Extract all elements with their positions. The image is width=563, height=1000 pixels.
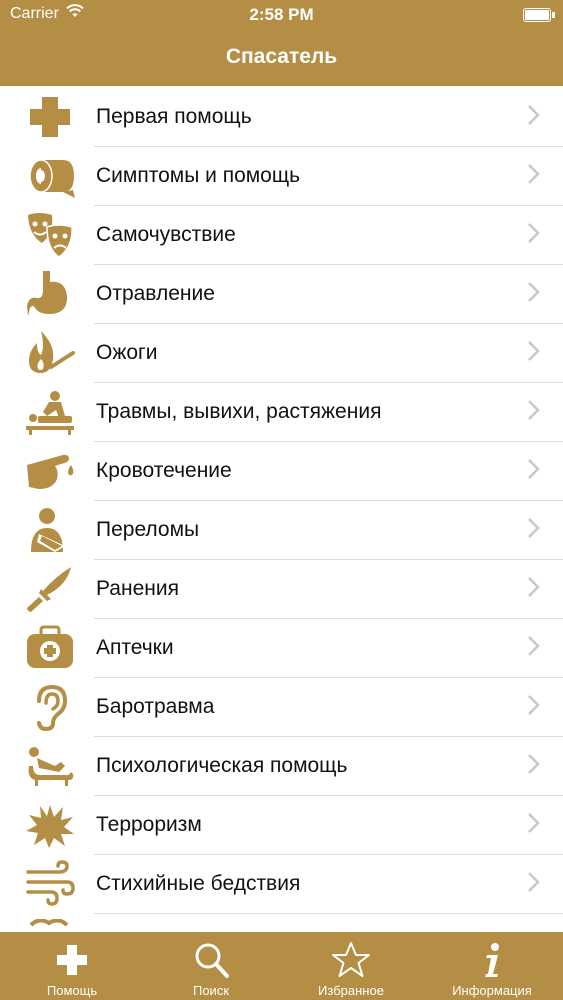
tab-info[interactable]: Информация xyxy=(422,932,562,1000)
menu-list: Первая помощь Симптомы и помощь Самочувс… xyxy=(0,87,563,933)
list-item-label: Ожоги xyxy=(96,341,158,364)
chevron-right-icon xyxy=(527,812,541,834)
tab-help[interactable]: Помощь xyxy=(2,932,142,1000)
first-aid-kit-icon xyxy=(25,624,75,672)
list-item-label: Аптечки xyxy=(96,636,174,659)
chevron-right-icon xyxy=(527,517,541,539)
arm-sling-icon xyxy=(25,506,75,554)
couch-icon xyxy=(25,742,75,790)
match-flame-icon xyxy=(25,329,75,377)
chevron-right-icon xyxy=(527,281,541,303)
chevron-right-icon xyxy=(527,458,541,480)
tab-label: Избранное xyxy=(318,983,384,998)
list-item-label: Отравление xyxy=(96,282,215,305)
list-item-label: Терроризм xyxy=(96,813,202,836)
wind-icon xyxy=(25,860,75,908)
chevron-right-icon xyxy=(527,340,541,362)
tab-label: Информация xyxy=(452,983,532,998)
list-item-label: Ранения xyxy=(96,577,179,600)
chevron-right-icon xyxy=(527,576,541,598)
list-item-label: Баротравма xyxy=(96,695,215,718)
chevron-right-icon xyxy=(527,399,541,421)
chevron-right-icon xyxy=(527,635,541,657)
star-icon xyxy=(331,940,371,980)
list-item-label: Стихийные бедствия xyxy=(96,872,301,895)
info-icon xyxy=(472,940,512,980)
list-item-label: Травмы, вывихи, растяжения xyxy=(96,400,382,423)
page-title: Спасатель xyxy=(225,45,338,68)
list-item-symptoms[interactable]: Симптомы и помощь xyxy=(0,146,563,206)
list-item-wellbeing[interactable]: Самочувствие xyxy=(0,205,563,265)
bleeding-finger-icon xyxy=(25,447,75,495)
list-item-natural-disasters[interactable]: Стихийные бедствия xyxy=(0,854,563,914)
chevron-right-icon xyxy=(527,753,541,775)
tab-search[interactable]: Поиск xyxy=(141,932,281,1000)
status-bar: Carrier 2:58 PM xyxy=(0,0,563,30)
list-item-wounds[interactable]: Ранения xyxy=(0,559,563,619)
list-item-label: Кровотечение xyxy=(96,459,232,482)
header: Carrier 2:58 PM Спасатель xyxy=(0,0,563,86)
list-item-bleeding[interactable]: Кровотечение xyxy=(0,441,563,501)
list-item-terrorism[interactable]: Терроризм xyxy=(0,795,563,855)
list-item-psychological-help[interactable]: Психологическая помощь xyxy=(0,736,563,796)
search-icon xyxy=(191,940,231,980)
tab-label: Помощь xyxy=(46,983,98,998)
list-item-first-aid-kits[interactable]: Аптечки xyxy=(0,618,563,678)
explosion-icon xyxy=(25,801,75,849)
chevron-right-icon xyxy=(527,104,541,126)
list-item-partial[interactable] xyxy=(0,913,563,933)
list-item-label: Самочувствие xyxy=(96,223,236,246)
massage-icon xyxy=(25,388,75,436)
chevron-right-icon xyxy=(527,871,541,893)
chevron-right-icon xyxy=(527,222,541,244)
list-item-label: Первая помощь xyxy=(96,105,252,128)
list-item-poisoning[interactable]: Отравление xyxy=(0,264,563,324)
theater-masks-icon xyxy=(25,211,75,259)
tab-favorites[interactable]: Избранное xyxy=(281,932,421,1000)
list-item-barotrauma[interactable]: Баротравма xyxy=(0,677,563,737)
tab-label: Поиск xyxy=(192,983,230,998)
list-item-label: Переломы xyxy=(96,518,200,541)
bandage-roll-icon xyxy=(25,152,75,200)
next-item-icon xyxy=(25,919,75,933)
medical-cross-icon xyxy=(25,93,75,141)
stomach-icon xyxy=(25,270,75,318)
status-time: 2:58 PM xyxy=(249,5,314,24)
ear-icon xyxy=(25,683,75,731)
chevron-right-icon xyxy=(527,694,541,716)
chevron-right-icon xyxy=(527,163,541,185)
tab-bar: Помощь Поиск Избранное Информация xyxy=(0,932,563,1000)
list-item-first-aid[interactable]: Первая помощь xyxy=(0,87,563,147)
list-item-fractures[interactable]: Переломы xyxy=(0,500,563,560)
battery-icon xyxy=(523,8,555,22)
list-item-injuries[interactable]: Травмы, вывихи, растяжения xyxy=(0,382,563,442)
list-item-label: Психологическая помощь xyxy=(96,754,348,777)
list-item-burns[interactable]: Ожоги xyxy=(0,323,563,383)
knife-icon xyxy=(25,565,75,613)
list-item-label: Симптомы и помощь xyxy=(96,164,301,187)
plus-icon xyxy=(52,940,92,980)
